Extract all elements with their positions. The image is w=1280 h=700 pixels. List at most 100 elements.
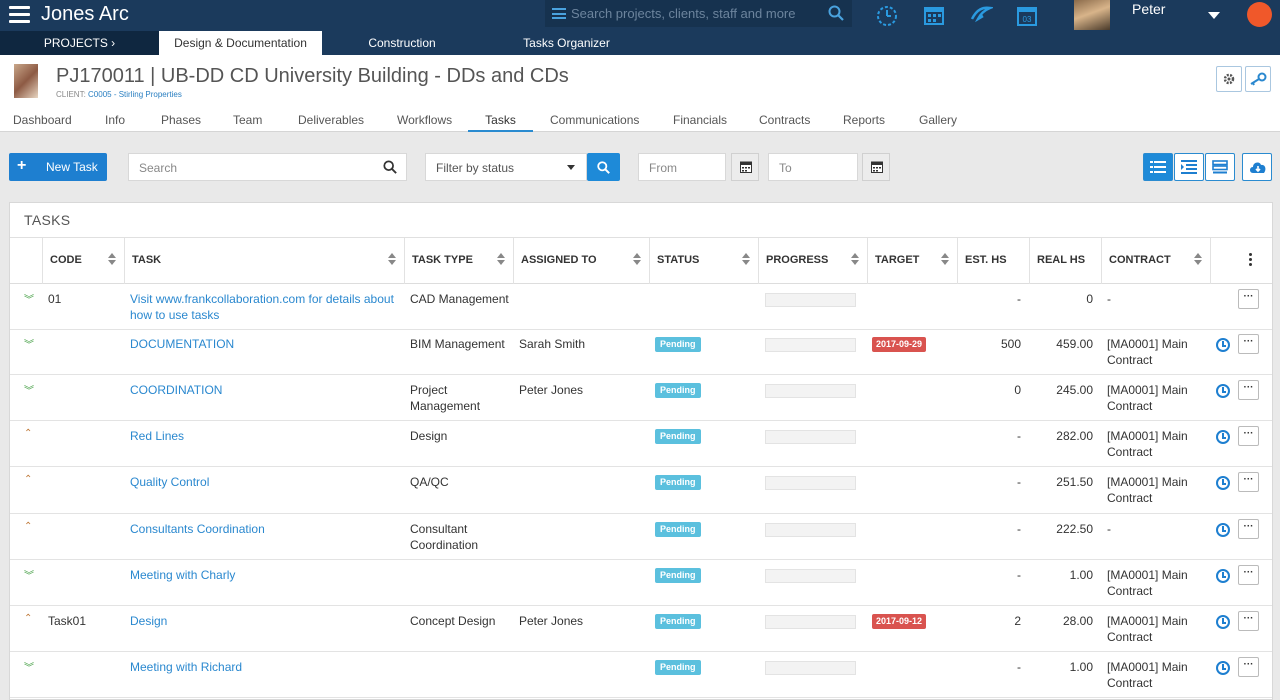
collapse-chevron-icon[interactable]: ⌃ <box>24 521 32 532</box>
status-filter-select[interactable]: Filter by status <box>425 153 587 181</box>
tab-reports[interactable]: Reports <box>843 113 885 132</box>
hamburger-menu-icon[interactable] <box>9 6 30 24</box>
app-title[interactable]: Jones Arc <box>41 3 129 26</box>
expand-chevron-icon[interactable]: ︾ <box>24 659 34 674</box>
column-options-icon[interactable] <box>1249 253 1252 268</box>
clock-icon[interactable] <box>1216 523 1230 537</box>
row-actions-button[interactable]: ··· <box>1238 611 1259 631</box>
module-projects[interactable]: PROJECTS › <box>0 31 159 55</box>
tab-financials[interactable]: Financials <box>673 113 727 132</box>
table-row[interactable]: ⌃ Quality Control QA/QC Pending - 251.50 [MA00… <box>10 467 1272 514</box>
row-actions-button[interactable]: ··· <box>1238 426 1259 446</box>
task-name-link[interactable]: Quality Control <box>130 474 209 490</box>
calendar-icon[interactable] <box>922 3 946 27</box>
table-row[interactable]: ︾ COORDINATION Project Management Peter Jone… <box>10 375 1272 421</box>
signature-icon[interactable] <box>969 3 993 27</box>
task-name-link[interactable]: DOCUMENTATION <box>130 336 234 352</box>
sort-icon[interactable] <box>1194 253 1202 265</box>
user-menu-caret-icon[interactable] <box>1208 12 1220 19</box>
to-date-input[interactable]: To <box>768 153 858 181</box>
clock-icon[interactable] <box>1216 476 1230 490</box>
from-date-input[interactable]: From <box>638 153 726 181</box>
table-row[interactable]: ︾ 01 Visit www.frankcollaboration.com for … <box>10 284 1272 330</box>
task-name-link[interactable]: Meeting with Charly <box>130 567 235 583</box>
table-row[interactable]: ︾ Meeting with Richard Pending - 1.00 [MA0001… <box>10 652 1272 698</box>
tab-info[interactable]: Info <box>105 113 125 132</box>
timer-icon[interactable] <box>875 3 899 27</box>
row-actions-button[interactable]: ··· <box>1238 380 1259 400</box>
tab-team[interactable]: Team <box>233 113 262 132</box>
clock-icon[interactable] <box>1216 661 1230 675</box>
sort-icon[interactable] <box>388 253 396 265</box>
user-avatar[interactable] <box>1074 0 1110 30</box>
table-row[interactable]: ⌃ Red Lines Design Pending - 282.00 [MA0001] M… <box>10 421 1272 467</box>
row-actions-button[interactable]: ··· <box>1238 334 1259 354</box>
sort-icon[interactable] <box>633 253 641 265</box>
task-name-link-line2[interactable]: how to use tasks <box>130 307 219 323</box>
new-task-button[interactable]: + New Task <box>9 153 107 181</box>
clock-icon[interactable] <box>1216 338 1230 352</box>
clock-icon[interactable] <box>1216 430 1230 444</box>
module-tasks-organizer[interactable]: Tasks Organizer <box>510 31 623 55</box>
col-progress[interactable]: PROGRESS <box>758 238 867 284</box>
task-name-link[interactable]: Design <box>130 613 167 629</box>
expand-chevron-icon[interactable]: ︾ <box>24 291 34 306</box>
tab-contracts[interactable]: Contracts <box>759 113 810 132</box>
tab-communications[interactable]: Communications <box>550 113 639 132</box>
client-link[interactable]: C0005 - Stirling Properties <box>88 90 182 99</box>
col-contract[interactable]: CONTRACT <box>1101 238 1210 284</box>
collapse-chevron-icon[interactable]: ⌃ <box>24 474 32 485</box>
row-actions-button[interactable]: ··· <box>1238 289 1259 309</box>
tab-phases[interactable]: Phases <box>161 113 201 132</box>
expand-chevron-icon[interactable]: ︾ <box>24 567 34 582</box>
tab-dashboard[interactable]: Dashboard <box>13 113 72 132</box>
table-row[interactable]: ⌃ Task01 Design Concept Design Peter Jones Pe… <box>10 606 1272 652</box>
table-row[interactable]: ︾ DOCUMENTATION BIM Management Sarah Smith P… <box>10 329 1272 375</box>
global-search-input[interactable]: Search projects, clients, staff and more <box>545 0 852 27</box>
task-name-link[interactable]: COORDINATION <box>130 382 222 398</box>
download-button[interactable] <box>1242 153 1272 181</box>
clock-icon[interactable] <box>1216 569 1230 583</box>
col-code[interactable]: CODE <box>42 238 124 284</box>
search-icon[interactable] <box>383 160 397 174</box>
to-calendar-button[interactable] <box>862 153 890 181</box>
list-view-button[interactable] <box>1143 153 1173 181</box>
task-search-input[interactable]: Search <box>128 153 407 181</box>
expand-chevron-icon[interactable]: ︾ <box>24 336 34 351</box>
from-calendar-button[interactable] <box>731 153 759 181</box>
access-key-button[interactable] <box>1245 66 1271 92</box>
row-actions-button[interactable]: ··· <box>1238 519 1259 539</box>
expand-chevron-icon[interactable]: ︾ <box>24 382 34 397</box>
row-actions-button[interactable]: ··· <box>1238 565 1259 585</box>
col-real-hs[interactable]: REAL HS <box>1029 238 1101 284</box>
calendar-day-icon[interactable]: 03 <box>1015 3 1039 27</box>
tab-gallery[interactable]: Gallery <box>919 113 957 132</box>
tab-workflows[interactable]: Workflows <box>397 113 452 132</box>
col-est-hs[interactable]: EST. HS <box>957 238 1029 284</box>
tab-deliverables[interactable]: Deliverables <box>298 113 364 132</box>
task-name-link[interactable]: Meeting with Richard <box>130 659 242 675</box>
sort-icon[interactable] <box>941 253 949 265</box>
col-task[interactable]: TASK <box>124 238 404 284</box>
col-status[interactable]: STATUS <box>649 238 758 284</box>
task-name-link[interactable]: Red Lines <box>130 428 184 444</box>
sort-icon[interactable] <box>108 253 116 265</box>
table-row[interactable]: ︾ Meeting with Charly Pending - 1.00 [MA0001]… <box>10 560 1272 606</box>
search-icon[interactable] <box>828 5 844 21</box>
task-name-link[interactable]: Visit www.frankcollaboration.com for det… <box>130 291 394 307</box>
indent-view-button[interactable] <box>1174 153 1204 181</box>
collapse-chevron-icon[interactable]: ⌃ <box>24 428 32 439</box>
collapse-chevron-icon[interactable]: ⌃ <box>24 613 32 624</box>
user-name[interactable]: Peter <box>1132 1 1165 17</box>
col-assigned-to[interactable]: ASSIGNED TO <box>513 238 649 284</box>
settings-button[interactable] <box>1216 66 1242 92</box>
task-name-link[interactable]: Consultants Coordination <box>130 521 265 537</box>
sort-icon[interactable] <box>497 253 505 265</box>
row-actions-button[interactable]: ··· <box>1238 472 1259 492</box>
grouped-view-button[interactable] <box>1205 153 1235 181</box>
row-actions-button[interactable]: ··· <box>1238 657 1259 677</box>
clock-icon[interactable] <box>1216 615 1230 629</box>
tab-tasks[interactable]: Tasks <box>468 113 533 132</box>
col-task-type[interactable]: TASK TYPE <box>404 238 513 284</box>
module-construction[interactable]: Construction <box>352 31 452 55</box>
